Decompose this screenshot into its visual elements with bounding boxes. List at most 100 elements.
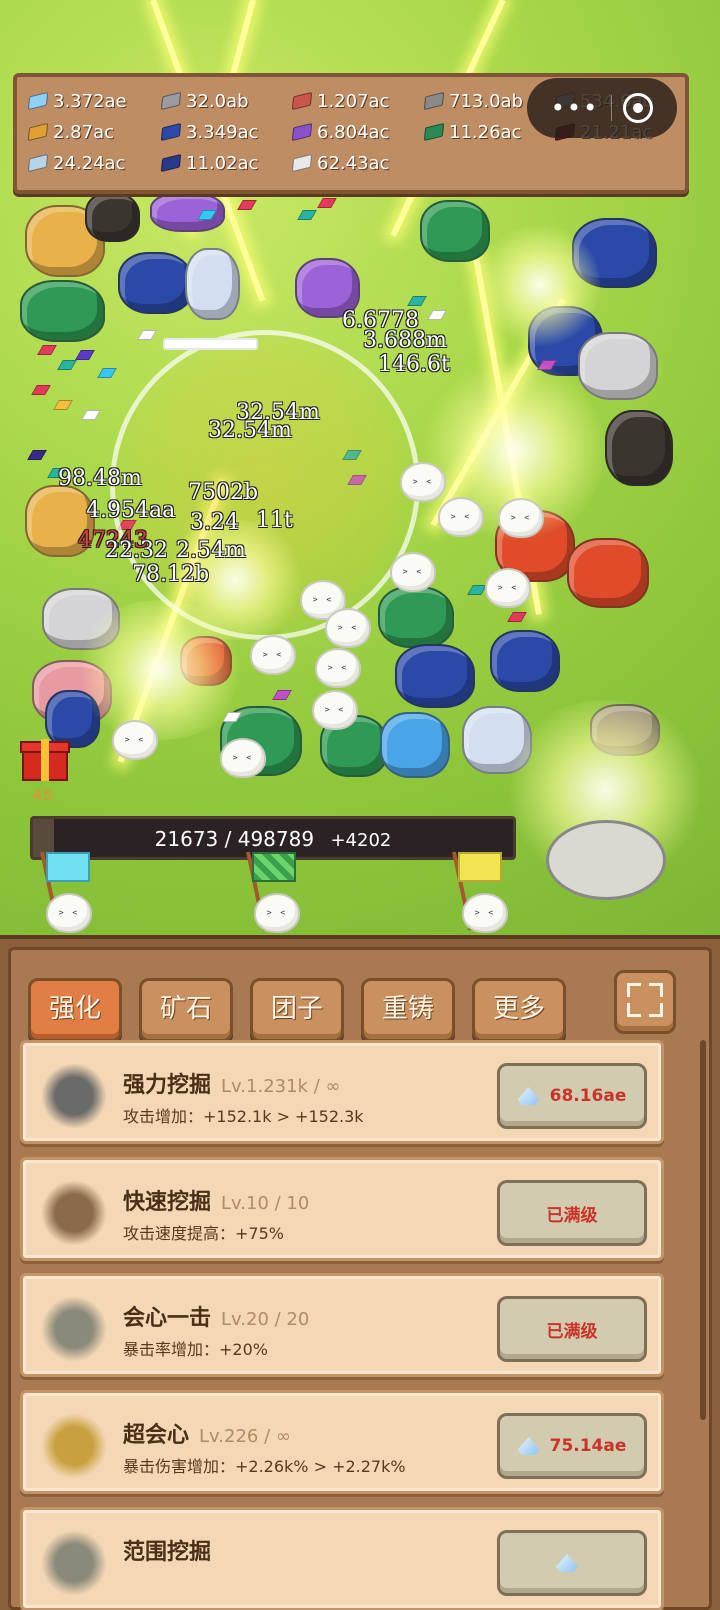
ore-ingot-icon (423, 122, 445, 142)
ore-ingot-icon (27, 153, 49, 173)
resource-amount: 713.0ab (449, 90, 523, 112)
resource-item: 1.207ac (291, 87, 390, 115)
tab-dango[interactable]: 团子 (250, 978, 344, 1042)
upgrade-name: 范围挖掘 (123, 1540, 212, 1565)
resource-amount: 1.207ac (317, 90, 390, 112)
ore-ingot-icon (160, 153, 182, 173)
scrollbar[interactable] (700, 1040, 706, 1420)
capsule-divider (610, 95, 612, 121)
resource-item: 6.804ac (291, 118, 390, 146)
ore-ingot-icon (291, 91, 313, 111)
upgrade-row: 强力挖掘 Lv.1.231k / ∞ 攻击增加：+152.1k > +152.3k 6… (20, 1040, 664, 1144)
silver-ore[interactable] (578, 332, 658, 400)
upgrade-name: 会心一击 (123, 1306, 212, 1331)
upgrade-description: 攻击增加：+152.1k > +152.3k (123, 1107, 364, 1126)
upgrade-name: 超会心 (123, 1423, 190, 1448)
progress-total: 498789 (237, 827, 315, 851)
stone-well[interactable] (546, 820, 666, 900)
resource-amount: 32.0ab (186, 90, 249, 112)
emerald-ore[interactable] (378, 586, 454, 648)
dango-miner (400, 462, 446, 502)
dark-ore[interactable] (85, 192, 140, 242)
resource-item: 11.02ac (160, 149, 258, 177)
gift-box-icon[interactable] (20, 735, 70, 781)
dango-miner (438, 497, 484, 537)
gem-shard (27, 450, 47, 460)
gem-shard (237, 200, 257, 210)
ore-ingot-icon (291, 153, 313, 173)
resource-item: 2.87ac (27, 118, 115, 146)
sapphire-ore[interactable] (395, 644, 475, 708)
sapphire-ore[interactable] (118, 252, 193, 314)
range-bar (163, 338, 258, 350)
ore-ingot-icon (291, 122, 313, 142)
gem-shard (137, 330, 157, 340)
more-dots-icon[interactable]: ••• (551, 94, 599, 122)
upgrade-description: 暴击率增加：+20% (123, 1340, 268, 1359)
resource-amount: 2.87ac (53, 121, 115, 143)
resource-item: 713.0ab (423, 87, 523, 115)
dango-idle (46, 893, 92, 933)
ore-ingot-icon (423, 91, 445, 111)
tab-ore[interactable]: 矿石 (139, 978, 233, 1042)
gem-shard (467, 585, 487, 595)
ore-ingot-icon (160, 122, 182, 142)
ore-ingot-icon (27, 122, 49, 142)
gem-shard (57, 360, 77, 370)
mini-program-capsule[interactable]: ••• (527, 78, 677, 138)
damage-number: 78.12b (132, 562, 210, 587)
upgrade-level: Lv.20 / 20 (221, 1309, 310, 1330)
expand-icon[interactable] (614, 970, 676, 1034)
progress-separator: / (224, 827, 232, 851)
tab-more[interactable]: 更多 (472, 978, 566, 1042)
gem-shard (97, 368, 117, 378)
upgrade-description: 暴击伤害增加：+2.26k% > +2.27k% (123, 1457, 406, 1476)
upgrade-button[interactable]: 已满级 (497, 1296, 647, 1362)
upgrade-button[interactable]: 68.16ae (497, 1063, 647, 1129)
upgrade-name: 快速挖掘 (123, 1190, 212, 1215)
damage-number: 11t (256, 508, 293, 533)
damage-number: 22.32 (105, 538, 168, 563)
diamond-gem-icon (517, 1087, 540, 1105)
emerald-ore[interactable] (20, 280, 105, 342)
diamond-gem-icon (556, 1554, 578, 1572)
ruby-ore[interactable] (567, 538, 649, 608)
emerald-ore[interactable] (420, 200, 490, 262)
resource-item: 3.372ae (27, 87, 127, 115)
damage-number: 3.24 (190, 510, 239, 535)
gem-shard (297, 210, 317, 220)
dango-miner (325, 608, 371, 648)
resource-amount: 3.349ac (186, 121, 259, 143)
upgrade-button[interactable]: 75.14ae (497, 1413, 647, 1479)
gem-shard (272, 690, 292, 700)
upgrade-button[interactable]: 已满级 (497, 1180, 647, 1246)
ore-ingot-icon (27, 91, 49, 111)
resource-amount: 3.372ae (53, 90, 127, 112)
resource-amount: 6.804ac (317, 121, 390, 143)
upgrade-button[interactable] (497, 1530, 647, 1596)
resource-item: 24.24ac (27, 149, 126, 177)
sapphire-ore[interactable] (490, 630, 560, 692)
resource-item: 3.349ac (160, 118, 259, 146)
tab-recast[interactable]: 重铸 (361, 978, 455, 1042)
diamond-ore[interactable] (185, 248, 240, 320)
tab-enhance[interactable]: 强化 (28, 978, 122, 1042)
gem-shard (81, 410, 101, 420)
topaz-ore[interactable] (380, 712, 450, 778)
coal-ore[interactable] (605, 410, 673, 486)
resource-item: 32.0ab (160, 87, 249, 115)
upgrade-level: Lv.10 / 10 (221, 1193, 310, 1214)
upgrade-icon (41, 1413, 107, 1479)
gem-shard (317, 198, 337, 208)
resource-item: 62.43ac (291, 149, 390, 177)
upgrade-cost: 68.16ae (549, 1086, 627, 1106)
impact-flash (480, 220, 600, 350)
target-icon[interactable] (623, 93, 654, 123)
upgrade-icon (41, 1530, 107, 1596)
dango-miner (220, 738, 266, 778)
resource-amount: 24.24ac (53, 152, 126, 174)
resource-amount: 62.43ac (317, 152, 390, 174)
upgrade-row: 快速挖掘 Lv.10 / 10 攻击速度提高：+75% 已满级 (20, 1157, 664, 1261)
damage-number: 3.688m (363, 328, 447, 353)
upgrade-row: 会心一击 Lv.20 / 20 暴击率增加：+20% 已满级 (20, 1273, 664, 1377)
